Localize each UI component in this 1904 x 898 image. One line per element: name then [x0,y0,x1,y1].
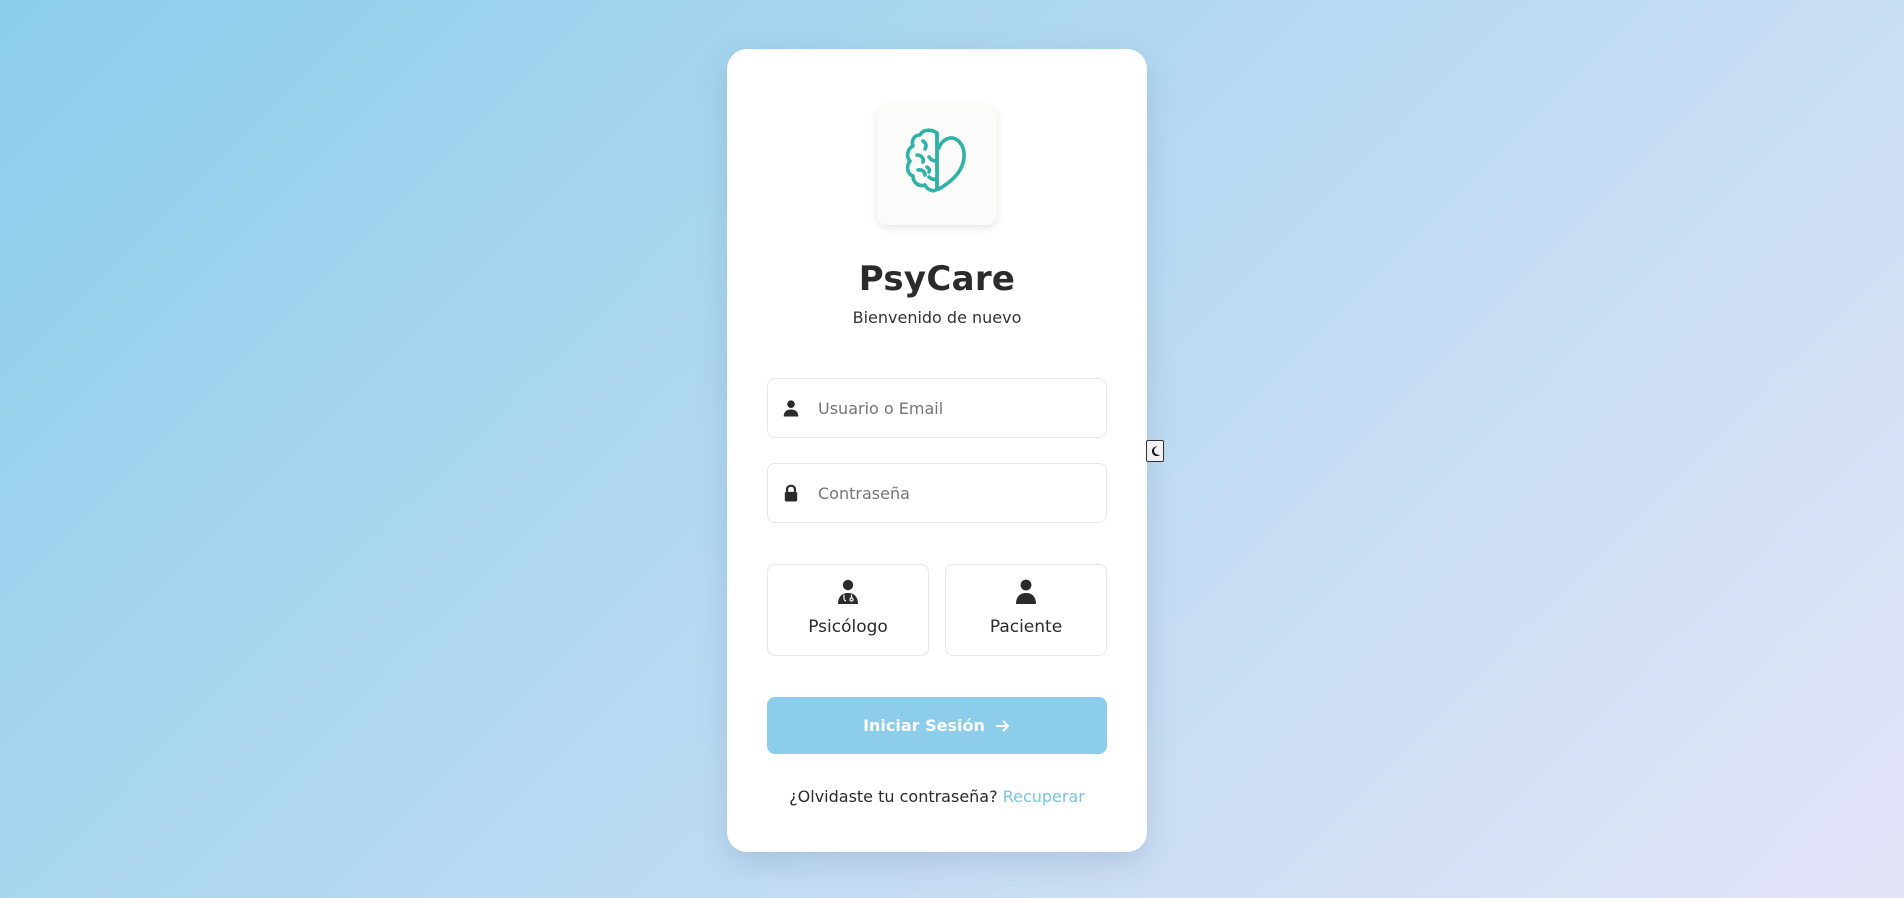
role-option-paciente[interactable]: Paciente [945,564,1107,656]
moon-icon [1152,446,1160,456]
doctor-icon [838,579,858,604]
recover-link[interactable]: Recuperar [1003,787,1085,806]
login-button[interactable]: Iniciar Sesión [767,697,1107,754]
brain-heart-logo-icon [905,128,966,193]
login-button-label: Iniciar Sesión [863,716,985,735]
lock-icon [784,484,798,502]
role-label: Paciente [989,617,1063,637]
password-input[interactable] [816,464,1100,522]
forgot-password-text: ¿Olvidaste tu contraseña? [789,787,998,806]
welcome-subtitle: Bienvenido de nuevo [852,308,1022,327]
user-icon [1016,579,1036,604]
role-label: Psicólogo [808,617,888,637]
role-option-psicologo[interactable]: Psicólogo [767,564,929,656]
username-input[interactable] [816,379,1100,437]
theme-toggle-button[interactable] [1146,440,1164,462]
forgot-password-row: ¿Olvidaste tu contraseña? Recuperar [727,787,1147,806]
login-card: PsyCare Bienvenido de nuevo Psicólogo [727,49,1147,852]
user-icon [783,400,799,417]
username-field[interactable] [767,378,1107,438]
app-title: PsyCare [858,259,1016,299]
password-field[interactable] [767,463,1107,523]
app-logo [877,105,997,225]
arrow-right-icon [995,720,1009,731]
